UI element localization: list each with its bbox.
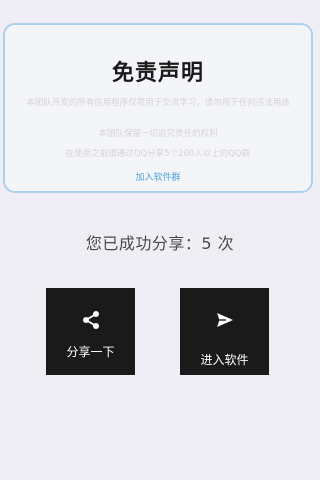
disclaimer-title: 免责声明 (111, 61, 204, 86)
enter-app-label: 进入软件 (200, 353, 249, 367)
disclaimer-card: 免责声明 本团队开发的所有应用程序仅限用于交流学习，请勿用于任何违法用途 本团队… (3, 23, 313, 193)
disclaimer-text-rights: 本团队保留一切追究责任的权利 (98, 129, 218, 139)
disclaimer-text-requirement: 在使用之前请通过QQ分享5个200人以上的QQ群 (65, 149, 251, 159)
join-group-link[interactable]: 加入软件群 (5, 170, 311, 183)
share-button[interactable]: 分享一下 (46, 288, 135, 375)
share-button-label: 分享一下 (66, 345, 115, 359)
enter-app-button[interactable]: 进入软件 (180, 288, 269, 375)
share-count-text: 您已成功分享：5 次 (85, 234, 235, 253)
disclaimer-text-usage: 本团队开发的所有应用程序仅限用于交流学习，请勿用于任何违法用途 (26, 98, 290, 108)
share-icon (82, 311, 99, 329)
send-icon (216, 313, 233, 327)
